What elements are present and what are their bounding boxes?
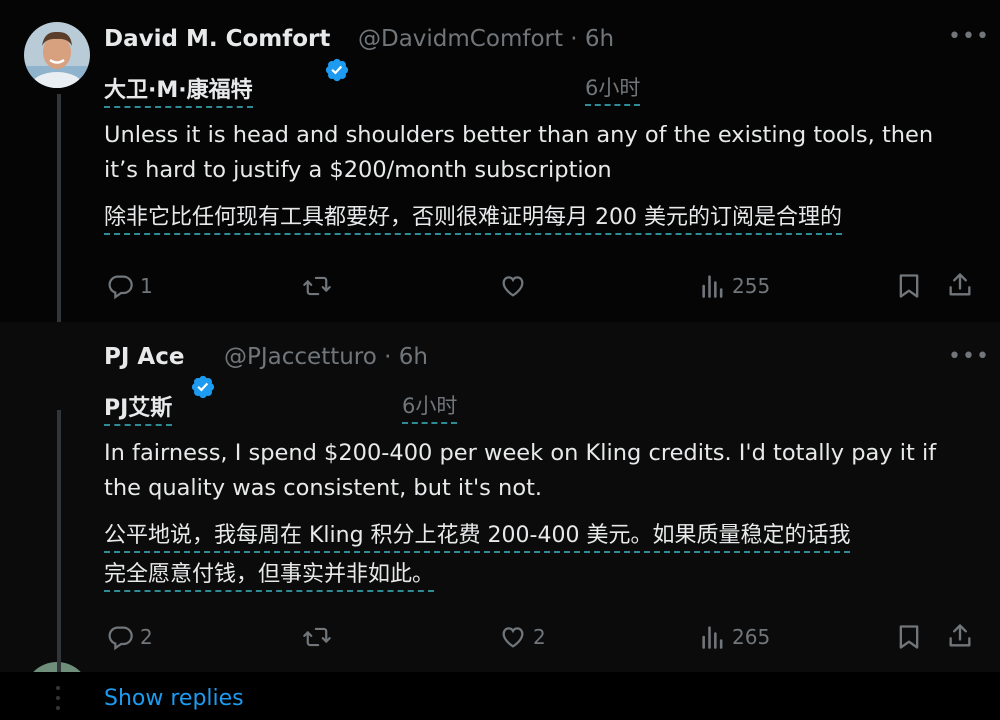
tweet-text-line: it’s hard to justify a $200/month subscr… bbox=[104, 157, 612, 183]
tweet-david-comfort[interactable]: David M. Comfort @DavidmComfort · 6h •••… bbox=[0, 0, 1000, 322]
views-button[interactable]: 265 bbox=[700, 623, 770, 651]
tweet-translation-line: 公平地说，我每周在 Kling 积分上花费 200-400 美元。如果质量稳定的… bbox=[104, 521, 851, 553]
avatar[interactable] bbox=[24, 22, 90, 88]
author-name[interactable]: PJ Ace bbox=[104, 344, 184, 370]
retweet-button[interactable] bbox=[302, 623, 332, 651]
like-button[interactable]: 2 bbox=[499, 623, 546, 651]
share-button[interactable] bbox=[946, 622, 974, 650]
share-icon bbox=[949, 624, 971, 647]
tweet-translation-line: 完全愿意付钱，但事实并非如此。 bbox=[104, 560, 435, 592]
views-button[interactable]: 255 bbox=[700, 272, 770, 300]
show-replies-link[interactable]: Show replies bbox=[104, 686, 244, 711]
bookmark-icon bbox=[899, 625, 919, 649]
retweet-button[interactable] bbox=[302, 272, 332, 300]
views-count: 265 bbox=[732, 625, 771, 649]
views-icon bbox=[702, 275, 723, 298]
verified-badge-icon bbox=[325, 58, 349, 82]
more-options-icon[interactable]: ••• bbox=[948, 24, 990, 49]
like-count: 2 bbox=[533, 625, 546, 649]
reply-count: 1 bbox=[140, 274, 153, 298]
like-button[interactable] bbox=[499, 272, 527, 300]
bookmark-button[interactable] bbox=[896, 623, 922, 651]
reply-button[interactable]: 2 bbox=[106, 623, 153, 651]
retweet-icon bbox=[303, 627, 331, 647]
tweet-text-line: Unless it is head and shoulders better t… bbox=[104, 122, 934, 148]
retweet-icon bbox=[303, 276, 331, 296]
more-options-icon[interactable]: ••• bbox=[948, 344, 990, 369]
author-handle-time[interactable]: @PJaccetturo · 6h bbox=[224, 344, 428, 370]
reply-button[interactable]: 1 bbox=[106, 272, 153, 300]
thread-line bbox=[57, 410, 61, 672]
tweet-text: In fairness, I spend $200-400 per week o… bbox=[104, 436, 936, 506]
views-count: 255 bbox=[732, 274, 771, 298]
thread-line bbox=[57, 94, 61, 322]
bookmark-button[interactable] bbox=[896, 272, 922, 300]
tweet-translation: 除非它比任何现有工具都要好，否则很难证明每月 200 美元的订阅是合理的 bbox=[104, 200, 842, 239]
verified-badge-icon bbox=[191, 375, 215, 399]
share-icon bbox=[949, 273, 971, 296]
author-name[interactable]: David M. Comfort bbox=[104, 26, 330, 52]
tweet-translation: 公平地说，我每周在 Kling 积分上花费 200-400 美元。如果质量稳定的… bbox=[104, 518, 851, 596]
share-button[interactable] bbox=[946, 271, 974, 299]
bookmark-icon bbox=[899, 274, 919, 298]
reply-icon bbox=[108, 626, 133, 651]
tweet-text-line: the quality was consistent, but it's not… bbox=[104, 475, 543, 501]
reply-icon bbox=[108, 275, 133, 300]
like-icon bbox=[502, 276, 524, 297]
author-handle-time[interactable]: @DavidmComfort · 6h bbox=[358, 26, 614, 52]
translated-time: 6小时 bbox=[402, 390, 458, 424]
thread-continuation-dots bbox=[56, 686, 60, 714]
reply-count: 2 bbox=[140, 625, 153, 649]
views-icon bbox=[702, 626, 723, 649]
tweet-text: Unless it is head and shoulders better t… bbox=[104, 118, 933, 188]
translated-author-name: 大卫·M·康福特 bbox=[104, 72, 253, 108]
tweet-text-line: In fairness, I spend $200-400 per week o… bbox=[104, 440, 937, 466]
like-icon bbox=[502, 627, 524, 648]
translated-time: 6小时 bbox=[585, 72, 641, 106]
translated-author-name: PJ艾斯 bbox=[104, 390, 173, 426]
tweet-translation-line: 除非它比任何现有工具都要好，否则很难证明每月 200 美元的订阅是合理的 bbox=[104, 203, 842, 235]
